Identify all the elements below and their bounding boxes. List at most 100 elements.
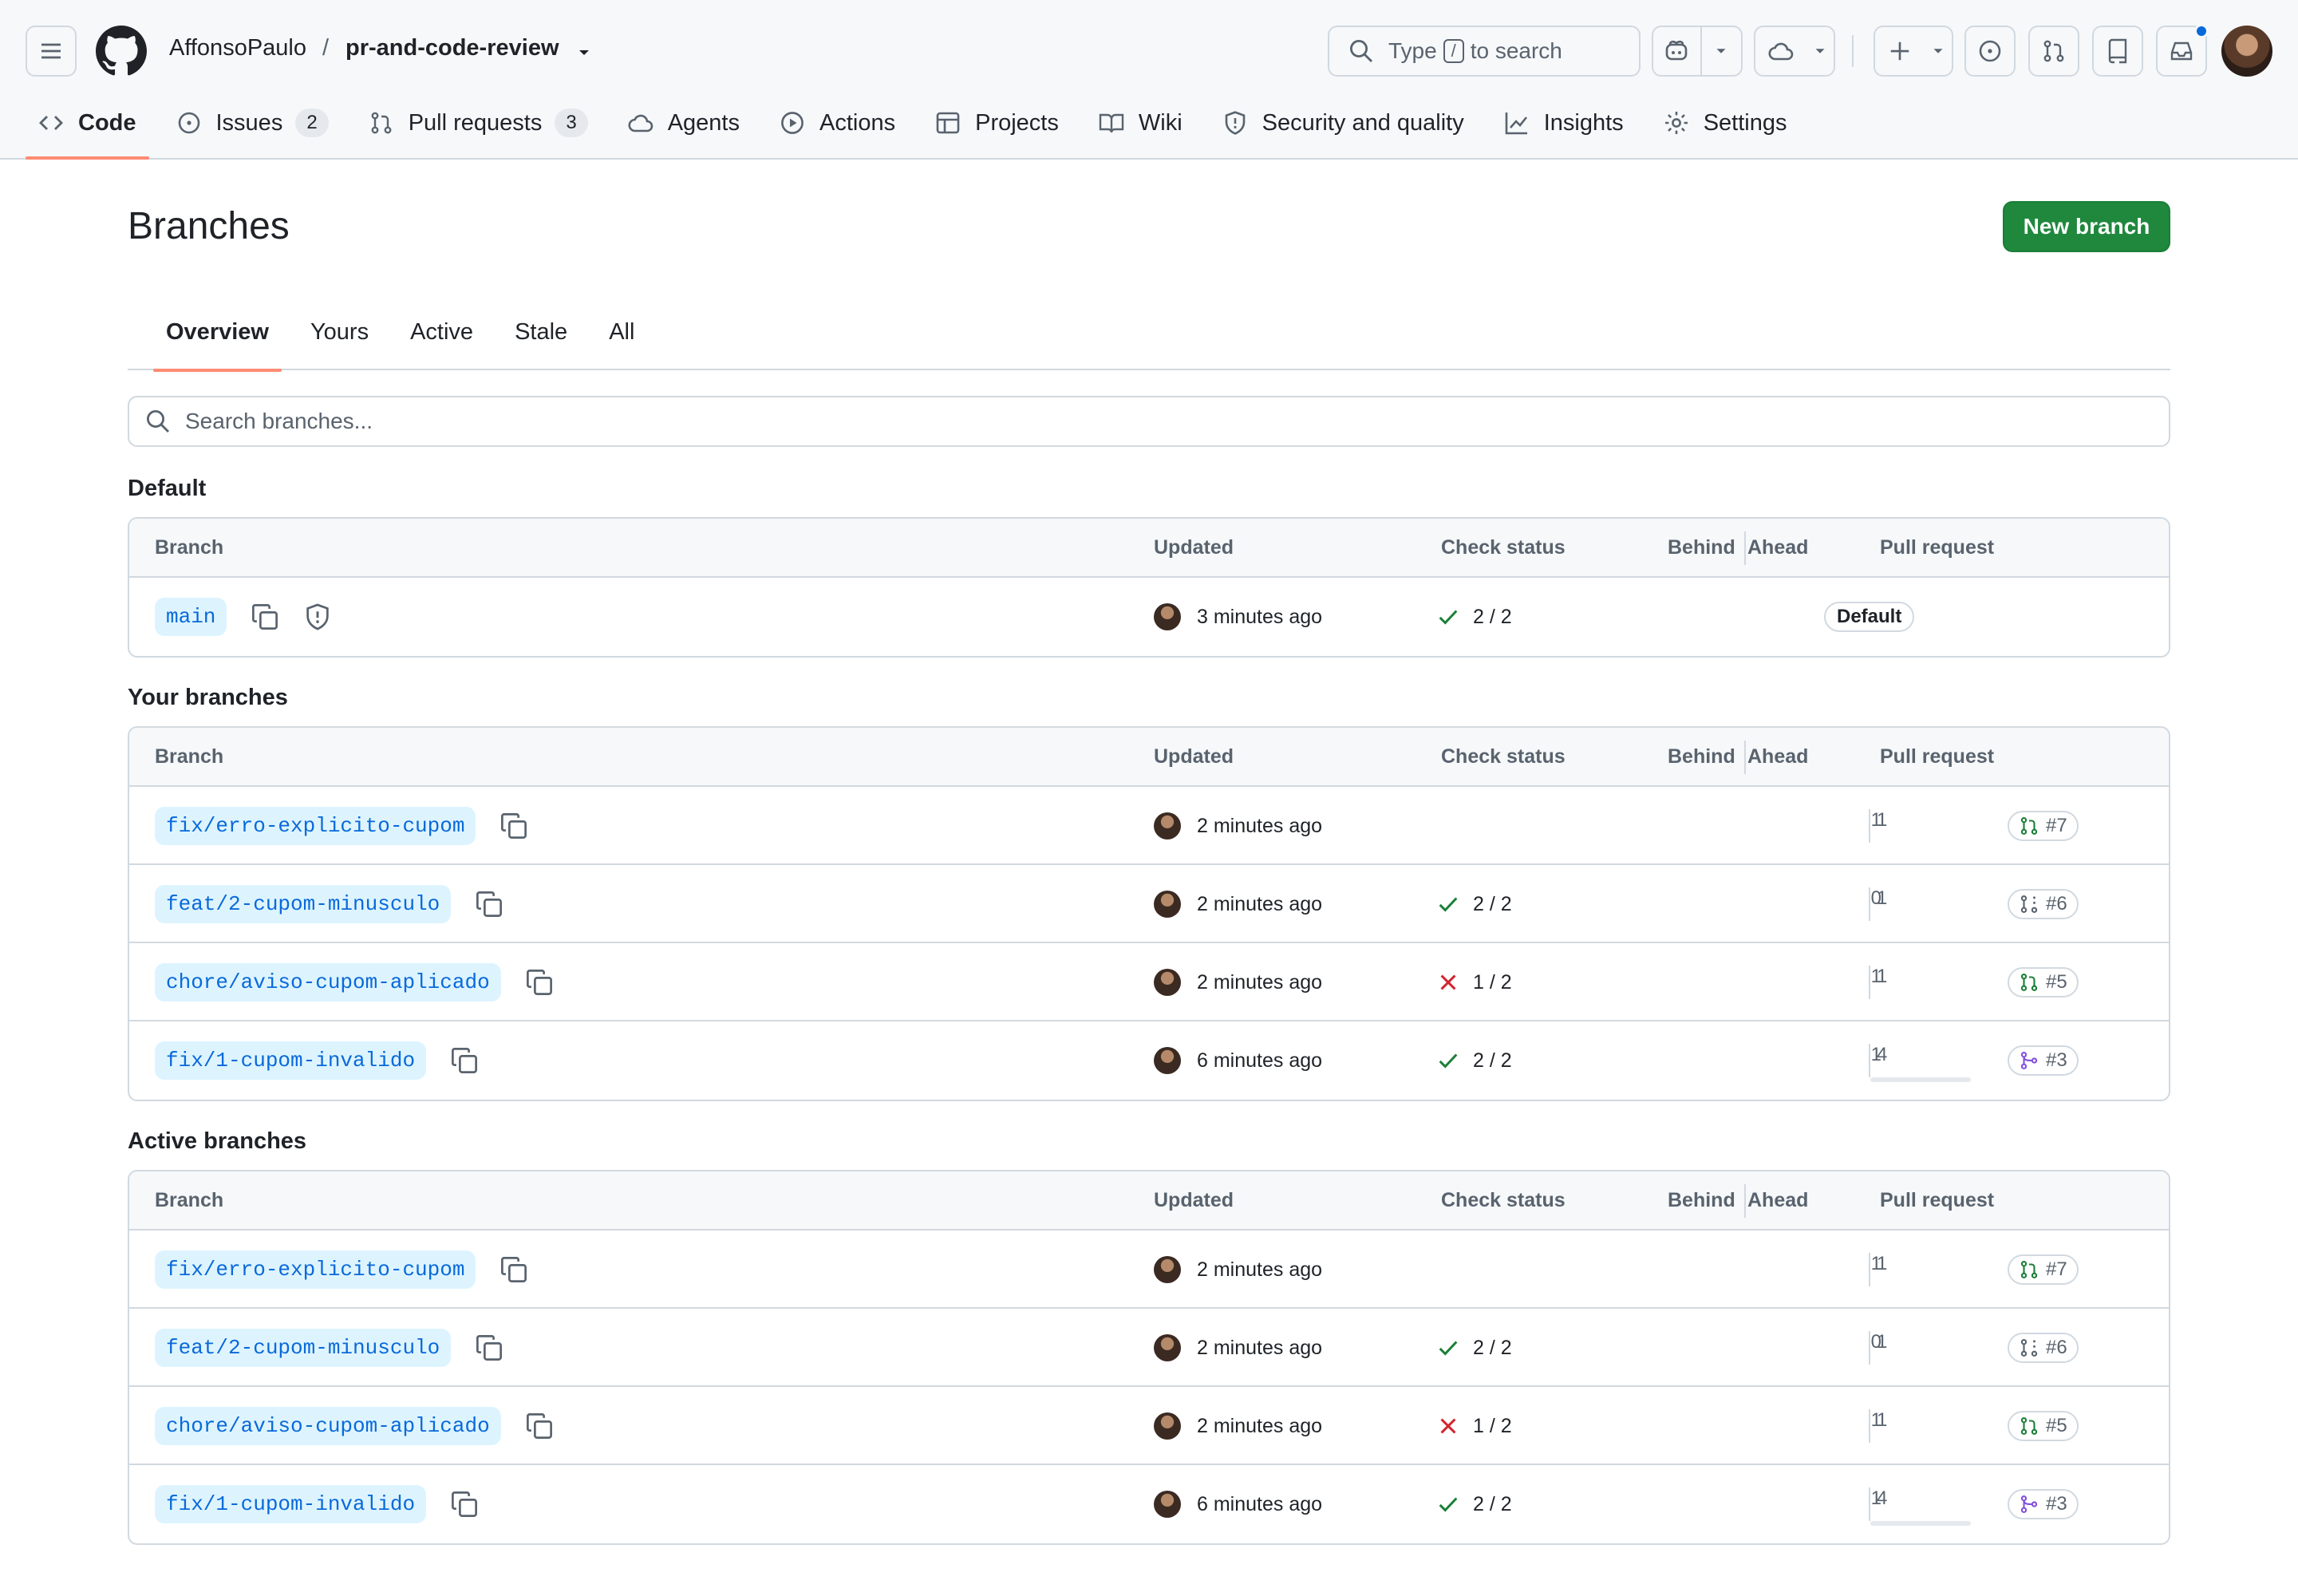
- repositories-button[interactable]: [2092, 26, 2143, 77]
- pull-request-link[interactable]: #5: [2008, 1411, 2079, 1441]
- branch-cell: feat/2-cupom-minusculo: [155, 885, 503, 923]
- branch-name-link[interactable]: main: [155, 598, 227, 636]
- gear-icon: [1664, 112, 1688, 134]
- col-check-status: Check status: [1441, 1189, 1566, 1211]
- create-new-button[interactable]: [1874, 26, 1953, 77]
- copy-branch-button[interactable]: [525, 1412, 554, 1440]
- subtab-overview[interactable]: Overview: [153, 310, 282, 372]
- copy-branch-button[interactable]: [499, 812, 528, 840]
- branch-name-link[interactable]: fix/1-cupom-invalido: [155, 1041, 427, 1080]
- author-avatar[interactable]: [1154, 1334, 1181, 1361]
- author-avatar[interactable]: [1154, 969, 1181, 996]
- behind-ahead-cell: 1 4: [1797, 1021, 1972, 1100]
- pull-request-link[interactable]: #6: [2008, 889, 2079, 919]
- pull-requests-button[interactable]: [2028, 26, 2079, 77]
- copy-branch-button[interactable]: [251, 602, 279, 631]
- repo-name-link[interactable]: pr-and-code-review: [345, 35, 559, 61]
- branch-name-link[interactable]: fix/erro-explicito-cupom: [155, 807, 476, 845]
- check-status-cell[interactable]: 2 / 2: [1436, 865, 1512, 943]
- caret-down-icon[interactable]: [574, 43, 594, 62]
- section-title: Default: [128, 476, 207, 501]
- codespaces-button[interactable]: [1754, 26, 1835, 77]
- check-status-cell[interactable]: 2 / 2: [1436, 1465, 1512, 1543]
- subtab-yours[interactable]: Yours: [298, 310, 381, 370]
- new-branch-button[interactable]: New branch: [2003, 201, 2170, 252]
- branch-rules-button[interactable]: [303, 602, 332, 631]
- branch-name-link[interactable]: feat/2-cupom-minusculo: [155, 1329, 452, 1367]
- tab-issues[interactable]: Issues 2: [164, 97, 342, 148]
- copilot-button[interactable]: [1653, 27, 1700, 75]
- menu-button[interactable]: [26, 26, 77, 77]
- tab-label: Agents: [667, 109, 740, 136]
- issues-button[interactable]: [1964, 26, 2016, 77]
- author-avatar[interactable]: [1154, 1047, 1181, 1074]
- check-icon: [1439, 1341, 1458, 1356]
- user-avatar[interactable]: [2221, 26, 2272, 77]
- author-avatar[interactable]: [1154, 891, 1181, 918]
- author-avatar[interactable]: [1154, 603, 1181, 630]
- copy-branch-button[interactable]: [450, 1046, 479, 1075]
- pull-request-link[interactable]: #7: [2008, 1254, 2079, 1285]
- issue-icon: [178, 112, 199, 134]
- branch-name-link[interactable]: fix/erro-explicito-cupom: [155, 1250, 476, 1289]
- issue-opened-icon: [1979, 40, 2001, 62]
- section-title: Your branches: [128, 685, 288, 710]
- pull-request-link[interactable]: #3: [2008, 1489, 2079, 1519]
- check-icon: [1439, 1497, 1458, 1512]
- merged-icon: [2020, 1495, 2038, 1513]
- inbox-icon: [2170, 41, 2193, 61]
- branch-name-link[interactable]: feat/2-cupom-minusculo: [155, 885, 452, 923]
- table-header: Branch Updated Check status Behind Ahead…: [129, 1171, 2169, 1231]
- check-status-cell[interactable]: 2 / 2: [1436, 1021, 1512, 1100]
- copy-icon: [501, 1257, 527, 1282]
- github-logo-icon[interactable]: [96, 26, 147, 77]
- col-check-status: Check status: [1441, 745, 1566, 768]
- tab-code[interactable]: Code: [26, 97, 149, 160]
- author-avatar[interactable]: [1154, 1412, 1181, 1440]
- pull-request-link[interactable]: #7: [2008, 811, 2079, 841]
- tab-projects[interactable]: Projects: [922, 97, 1072, 148]
- copy-branch-button[interactable]: [499, 1255, 528, 1284]
- copilot-menu-button[interactable]: [1702, 27, 1741, 75]
- copy-branch-button[interactable]: [475, 890, 503, 918]
- check-status-cell[interactable]: 1 / 2: [1436, 1387, 1512, 1465]
- branch-name-link[interactable]: chore/aviso-cupom-aplicado: [155, 1407, 501, 1445]
- updated-time: 6 minutes ago: [1197, 1049, 1323, 1072]
- tab-pull-requests[interactable]: Pull requests 3: [356, 97, 601, 148]
- branch-search-input[interactable]: Search branches...: [128, 396, 2170, 447]
- check-status-cell[interactable]: 2 / 2: [1436, 578, 1512, 656]
- copy-branch-button[interactable]: [525, 968, 554, 997]
- pull-request-link[interactable]: #5: [2008, 967, 2079, 998]
- check-status-cell[interactable]: 2 / 2: [1436, 1309, 1512, 1387]
- subtab-stale[interactable]: Stale: [502, 310, 580, 370]
- pull-request-link[interactable]: #6: [2008, 1333, 2079, 1363]
- subtab-active[interactable]: Active: [397, 310, 486, 370]
- author-avatar[interactable]: [1154, 1256, 1181, 1283]
- author-avatar[interactable]: [1154, 812, 1181, 839]
- page-title: Branches: [128, 205, 290, 247]
- divider: [1869, 1331, 1870, 1365]
- book-icon: [1099, 113, 1124, 133]
- tab-actions[interactable]: Actions: [767, 97, 908, 148]
- copy-branch-button[interactable]: [475, 1333, 503, 1362]
- search-prefix: Type: [1388, 38, 1437, 63]
- tab-wiki[interactable]: Wiki: [1086, 97, 1195, 148]
- author-avatar[interactable]: [1154, 1491, 1181, 1518]
- tab-settings[interactable]: Settings: [1651, 97, 1800, 148]
- global-search-input[interactable]: Type / to search: [1328, 26, 1641, 77]
- subtab-all[interactable]: All: [596, 310, 647, 370]
- pull-request-link[interactable]: #3: [2008, 1045, 2079, 1076]
- branch-name-link[interactable]: chore/aviso-cupom-aplicado: [155, 963, 501, 1001]
- branch-name-link[interactable]: fix/1-cupom-invalido: [155, 1485, 427, 1523]
- copy-branch-button[interactable]: [450, 1490, 479, 1519]
- check-status-cell[interactable]: 1 / 2: [1436, 943, 1512, 1021]
- tab-security[interactable]: Security and quality: [1210, 97, 1477, 148]
- divider: [1869, 1487, 1870, 1521]
- tab-agents[interactable]: Agents: [615, 97, 752, 148]
- behind-ahead-cell: 1 1: [1797, 1231, 1972, 1309]
- tab-insights[interactable]: Insights: [1491, 97, 1637, 148]
- inbox-button[interactable]: [2156, 24, 2209, 77]
- copy-icon: [476, 1335, 503, 1361]
- pull-request-open-icon: [2020, 1261, 2038, 1278]
- repo-owner-link[interactable]: AffonsoPaulo: [169, 35, 306, 61]
